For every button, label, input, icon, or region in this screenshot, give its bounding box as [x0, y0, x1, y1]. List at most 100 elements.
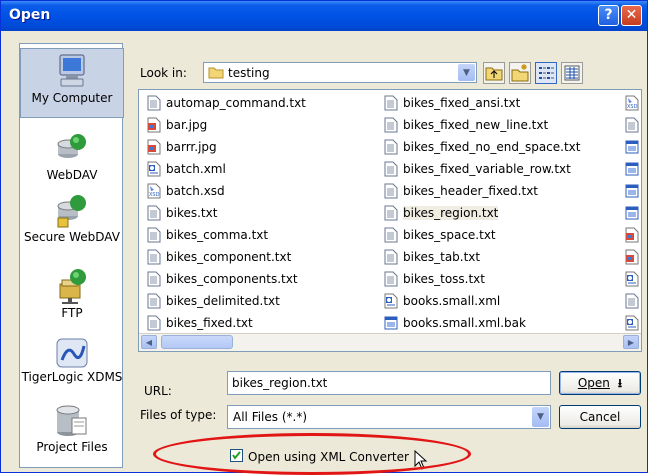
file-item[interactable]: bikes_delimited.txt	[147, 290, 280, 312]
txt-file-icon	[147, 315, 161, 330]
txt-file-icon	[384, 227, 398, 242]
file-item[interactable]: bikes_fixed.txt	[147, 312, 253, 334]
file-item[interactable]: bikes_fixed_variable_row.txt	[384, 158, 571, 180]
partial-file-item[interactable]	[625, 158, 641, 180]
file-item[interactable]: bar.jpg	[147, 114, 207, 136]
file-item[interactable]: bikes_fixed_ansi.txt	[384, 92, 520, 114]
place-secure-webdav[interactable]: Secure WebDAV	[20, 192, 124, 244]
file-item[interactable]: bikes_components.txt	[147, 268, 298, 290]
place-tigerlogic-xdms[interactable]: TigerLogic XDMS	[20, 336, 124, 384]
title-bar[interactable]: Open ? ✕	[1, 1, 647, 31]
file-item[interactable]: bikes_toss.txt	[384, 268, 485, 290]
url-label: URL:	[144, 384, 172, 398]
place-project-files[interactable]: Project Files	[20, 402, 124, 454]
look-in-dropdown-arrow[interactable]: ▼	[458, 64, 475, 81]
file-name: bikes_components.txt	[166, 272, 298, 286]
txt-file-icon	[384, 183, 398, 198]
place-ftp[interactable]: FTP	[20, 266, 124, 320]
jpg-file-icon	[147, 139, 161, 154]
tigerlogic-xdms-icon	[56, 338, 88, 368]
partial-file-item[interactable]	[625, 114, 641, 136]
txt-file-icon	[384, 271, 398, 286]
file-name: bar.jpg	[166, 118, 208, 132]
xml-file-icon	[147, 161, 161, 176]
partial-file-item[interactable]	[625, 224, 641, 246]
file-name: bikes_toss.txt	[403, 272, 485, 286]
partial-file-item[interactable]	[625, 180, 641, 202]
scroll-left-button[interactable]: ◀	[141, 335, 157, 349]
file-item[interactable]: bikes_fixed_new_line.txt	[384, 114, 548, 136]
file-item[interactable]: bikes_space.txt	[384, 224, 496, 246]
close-button[interactable]: ✕	[621, 5, 642, 26]
file-item[interactable]: bikes_component.txt	[147, 246, 291, 268]
files-of-type-dropdown-arrow[interactable]: ▼	[532, 407, 549, 427]
file-item[interactable]: bikes_comma.txt	[147, 224, 268, 246]
help-button[interactable]: ?	[598, 5, 619, 26]
file-item[interactable]: bikes_region.txt	[384, 202, 499, 224]
cancel-button[interactable]: Cancel	[559, 405, 641, 429]
horizontal-scrollbar[interactable]: ◀ ▶	[139, 333, 641, 351]
place-webdav[interactable]: WebDAV	[20, 132, 124, 182]
partial-file-item[interactable]	[625, 312, 641, 334]
txt-file-icon	[625, 117, 639, 132]
bak-file-icon	[625, 206, 639, 219]
scroll-right-button[interactable]: ▶	[623, 335, 639, 349]
partial-file-item[interactable]	[625, 268, 641, 290]
folder-icon	[208, 67, 224, 79]
place-my-computer[interactable]: My Computer	[20, 48, 124, 118]
partial-file-item[interactable]: XSD	[625, 92, 641, 114]
xsd-file-icon: XSD	[147, 183, 161, 198]
scroll-thumb[interactable]	[161, 335, 233, 349]
file-name: books.small.xml	[403, 294, 501, 308]
jpg-file-icon	[147, 117, 161, 132]
txt-file-icon	[147, 271, 161, 286]
file-item[interactable]: XSD batch.xsd	[147, 180, 225, 202]
file-item[interactable]: bikes.txt	[147, 202, 217, 224]
split-arrow-icon[interactable]: ⭳	[618, 376, 622, 390]
file-item[interactable]: batch.xml	[147, 158, 226, 180]
file-item[interactable]: bikes_header_fixed.txt	[384, 180, 538, 202]
file-item[interactable]: books.small.xml.bak	[384, 312, 526, 334]
details-view-button[interactable]	[561, 62, 583, 84]
file-name: batch.xsd	[166, 184, 225, 198]
file-name: bikes_fixed_ansi.txt	[403, 96, 521, 110]
file-item[interactable]: books.small.xml	[384, 290, 500, 312]
file-item[interactable]: automap_command.txt	[147, 92, 306, 114]
txt-file-icon	[384, 205, 398, 220]
webdav-icon	[57, 134, 86, 158]
partial-file-item[interactable]	[625, 246, 641, 268]
place-label: TigerLogic XDMS	[21, 370, 123, 384]
places-bar: My Computer WebDAV Secure WebDAV FTP Tig…	[19, 43, 124, 468]
files-of-type-combo[interactable]: All Files (*.*) ▼	[227, 405, 551, 429]
url-input[interactable]: bikes_region.txt	[227, 371, 551, 395]
list-view-button[interactable]	[535, 62, 557, 84]
place-label: FTP	[61, 306, 83, 320]
up-folder-button[interactable]	[483, 62, 505, 84]
txt-file-icon	[384, 139, 398, 154]
up-folder-icon	[485, 67, 503, 81]
file-name: bikes_component.txt	[166, 250, 292, 264]
bak-file-icon	[625, 162, 639, 175]
ftp-icon	[59, 269, 86, 304]
file-item[interactable]: bikes_fixed_no_end_space.txt	[384, 136, 580, 158]
new-folder-button[interactable]	[509, 62, 531, 84]
secure-webdav-icon	[57, 195, 86, 228]
file-name: bikes_region.txt	[403, 206, 499, 220]
my-computer-icon	[59, 54, 85, 87]
txt-file-icon	[147, 293, 161, 308]
list-view-icon	[539, 67, 554, 79]
place-label: Secure WebDAV	[24, 230, 120, 244]
partial-file-item[interactable]	[625, 290, 641, 312]
partial-file-item[interactable]	[625, 202, 641, 224]
txt-file-icon	[147, 249, 161, 264]
file-item[interactable]: bikes_tab.txt	[384, 246, 480, 268]
file-name: bikes_header_fixed.txt	[403, 184, 538, 198]
bak-file-icon	[625, 140, 639, 153]
xml-file-icon	[625, 271, 639, 286]
partial-file-item[interactable]	[625, 136, 641, 158]
file-name: bikes_fixed_no_end_space.txt	[403, 140, 581, 154]
look-in-combo[interactable]: testing ▼	[203, 62, 477, 83]
file-item[interactable]: barrr.jpg	[147, 136, 217, 158]
open-button[interactable]: Open ⭳	[559, 371, 641, 395]
file-list[interactable]: automap_command.txt bar.jpg barrr.jpg batch…	[138, 89, 642, 352]
